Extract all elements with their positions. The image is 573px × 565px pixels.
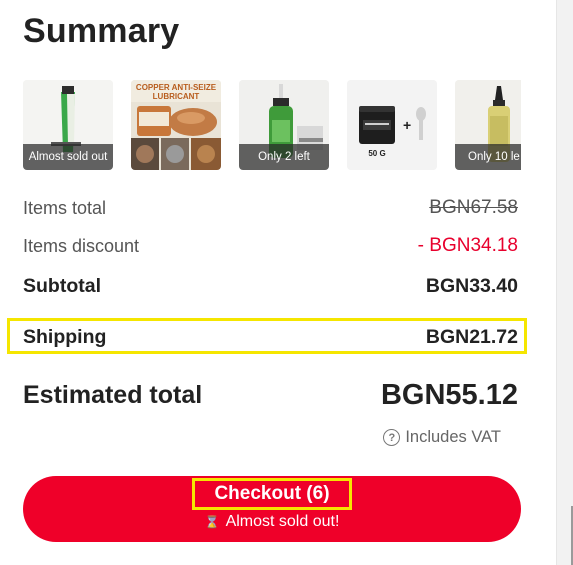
estimated-total-row: Estimated total BGN55.12 <box>23 374 518 416</box>
items-total-value: BGN67.58 <box>429 197 518 218</box>
hourglass-icon: ⌛ <box>204 515 220 529</box>
jar-weight-text: 50 G <box>368 149 385 158</box>
summary-title: Summary <box>23 12 180 50</box>
vat-label: Includes VAT <box>405 428 501 446</box>
items-discount-label: Items discount <box>23 235 140 256</box>
checkout-label: Checkout (6) <box>214 483 330 504</box>
shipping-row: Shipping BGN21.72 <box>23 323 518 351</box>
product-thumb-oil-bottle[interactable]: Only 2 left <box>239 80 329 170</box>
product-thumb-grease-jar[interactable]: + 50 G <box>347 80 437 170</box>
items-discount-row: Items discount - BGN34.18 <box>23 232 518 260</box>
product-badge: Only 10 le <box>455 144 521 170</box>
summary-panel: Summary Almost sold out COPPER ANTI-SEIZ… <box>0 0 556 565</box>
product-thumb-green-tube[interactable]: Almost sold out <box>23 80 113 170</box>
checkout-button[interactable]: Checkout (6) ⌛ Almost sold out! <box>23 476 521 542</box>
items-discount-value: - BGN34.18 <box>417 235 518 256</box>
estimated-total-value: BGN55.12 <box>380 378 518 411</box>
anti-seize-image: COPPER ANTI-SEIZE LUBRICANT <box>131 80 221 170</box>
product-badge: Only 2 left <box>239 144 329 170</box>
product-thumb-anti-seize[interactable]: COPPER ANTI-SEIZE LUBRICANT <box>131 80 221 170</box>
vat-note: ? Includes VAT <box>383 428 501 447</box>
items-total-label: Items total <box>23 197 107 218</box>
shipping-label: Shipping <box>23 325 107 348</box>
items-total-row: Items total BGN67.58 <box>23 194 518 222</box>
subtotal-row: Subtotal BGN33.40 <box>23 272 518 300</box>
subtotal-label: Subtotal <box>23 274 101 297</box>
grease-jar-image: + 50 G <box>347 80 437 170</box>
subtotal-value: BGN33.40 <box>425 274 518 297</box>
question-circle-icon[interactable]: ? <box>383 429 401 446</box>
estimated-total-label: Estimated total <box>23 380 203 409</box>
product-thumbnails: Almost sold out COPPER ANTI-SEIZE LUBRIC… <box>23 80 521 170</box>
svg-text:COPPER ANTI-SEIZE: COPPER ANTI-SEIZE <box>136 83 217 92</box>
product-badge: Almost sold out <box>23 144 113 170</box>
scrollbar-track[interactable] <box>556 0 573 565</box>
product-thumb-yellow-bottle[interactable]: Only 10 le <box>455 80 521 170</box>
shipping-value: BGN21.72 <box>425 325 518 348</box>
svg-text:+: + <box>403 117 411 133</box>
checkout-subtext-label: Almost sold out! <box>225 513 340 530</box>
checkout-subtext: ⌛ Almost sold out! <box>23 513 521 531</box>
svg-text:LUBRICANT: LUBRICANT <box>153 92 200 101</box>
